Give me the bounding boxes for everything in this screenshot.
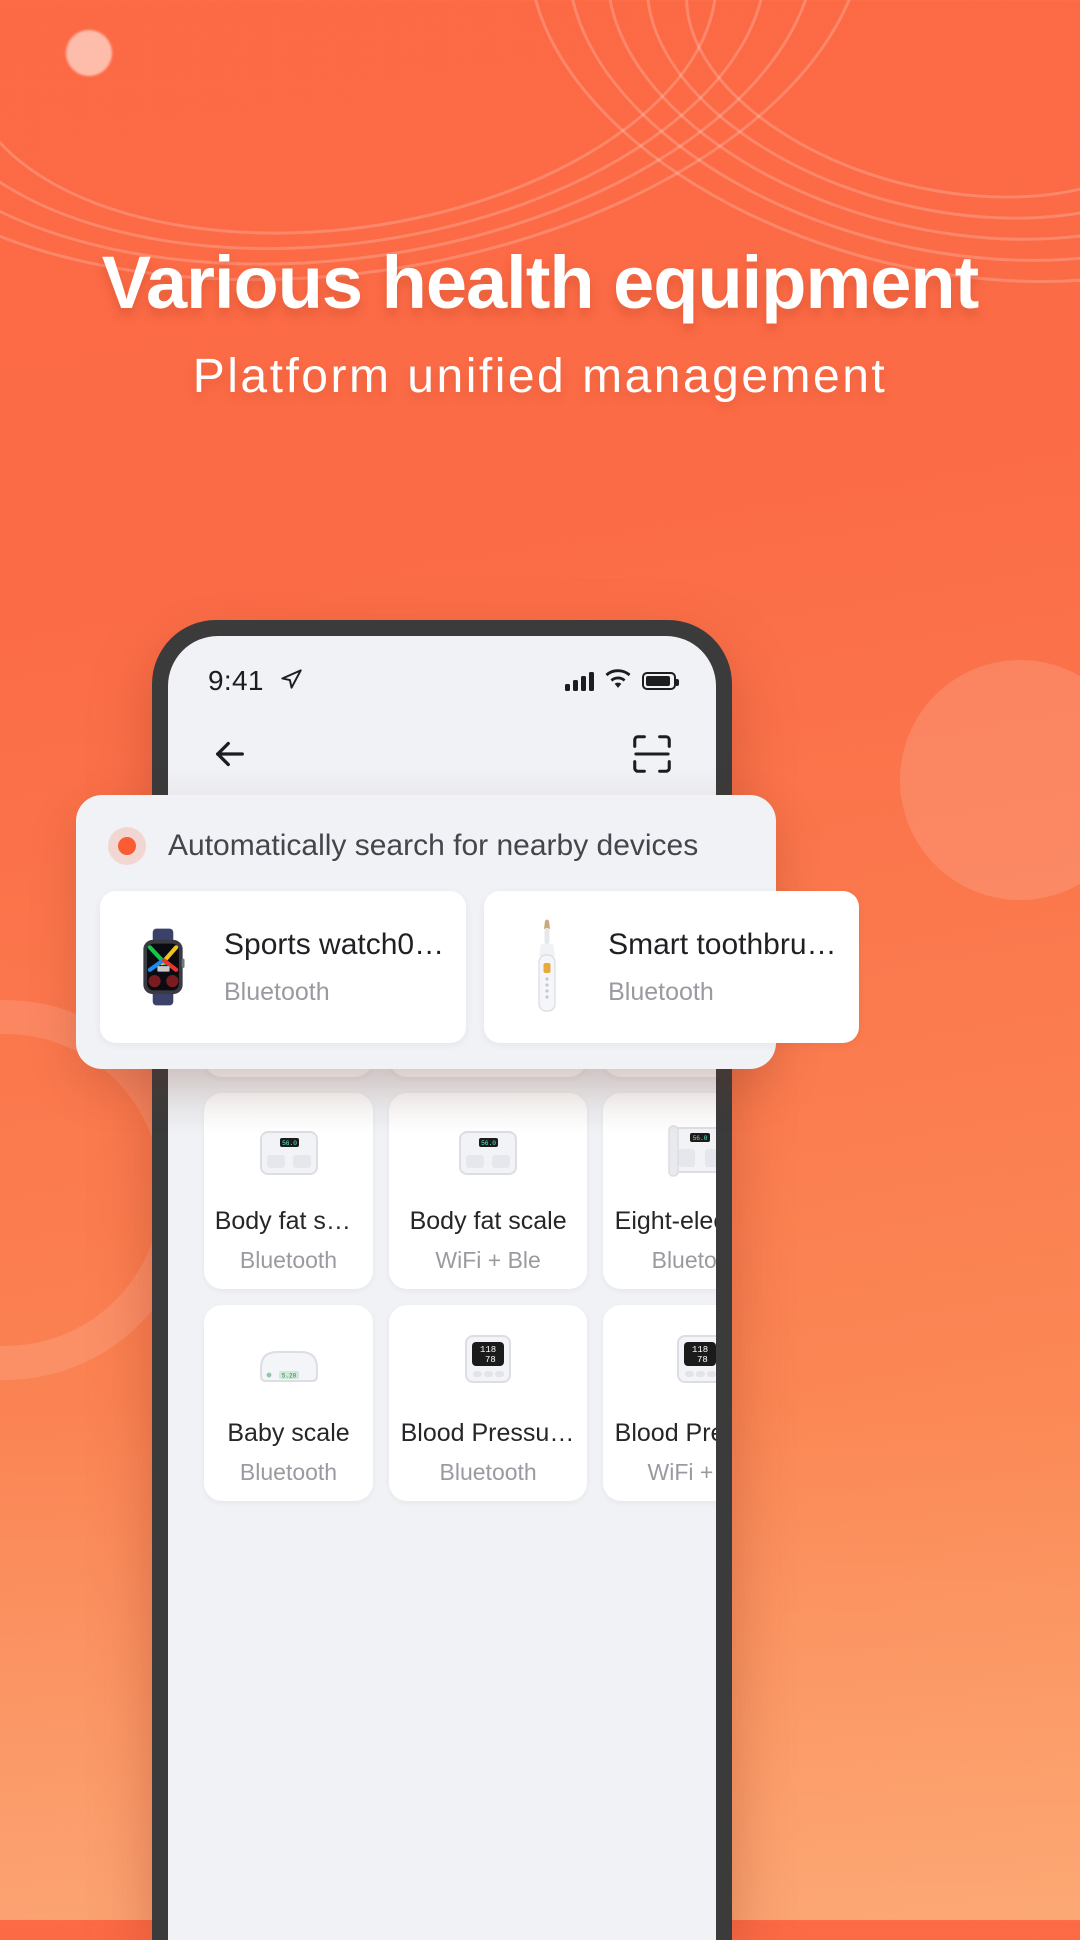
page-subtitle: Platform unified management bbox=[192, 350, 888, 403]
baby-scale-icon: 5.20 bbox=[249, 1325, 329, 1403]
found-devices-list: Sports watch0… Bluetooth Smart toothbru…… bbox=[100, 891, 859, 1043]
device-connection: Bluetooth bbox=[239, 1459, 338, 1485]
decor-circle bbox=[900, 660, 1080, 900]
svg-text:118: 118 bbox=[692, 1345, 708, 1355]
device-connection: WiFi + Ble bbox=[647, 1459, 717, 1485]
electric-toothbrush-icon bbox=[506, 917, 588, 1017]
svg-text:56.0: 56.0 bbox=[693, 1135, 708, 1142]
device-name: Eight-electrod… bbox=[614, 1207, 716, 1235]
device-name: Blood Pressur… bbox=[614, 1419, 716, 1447]
status-bar: 9:41 bbox=[168, 636, 716, 710]
device-name: Body fat scale bbox=[214, 1207, 363, 1235]
found-device-text: Smart toothbru… Bluetooth bbox=[608, 928, 836, 1007]
device-connection: Bluetooth bbox=[439, 1459, 537, 1485]
svg-text:78: 78 bbox=[697, 1355, 708, 1365]
nearby-devices-popup: Automatically search for nearby devices bbox=[76, 795, 859, 1069]
status-bar-right bbox=[565, 668, 679, 694]
device-tile[interactable]: 56.0 Eight-electrod… Bluetooth bbox=[603, 1093, 716, 1289]
svg-text:5.20: 5.20 bbox=[281, 1372, 296, 1379]
wifi-icon bbox=[605, 668, 631, 694]
device-tile[interactable]: 56.0 Body fat scale WiFi + Ble bbox=[389, 1093, 588, 1289]
found-device-card[interactable]: Smart toothbru… Bluetooth bbox=[484, 891, 859, 1043]
device-connection: Bluetooth bbox=[239, 1247, 338, 1273]
device-tile[interactable]: 56.0 Body fat scale Bluetooth bbox=[204, 1093, 374, 1289]
svg-text:118: 118 bbox=[480, 1345, 496, 1355]
found-device-name: Sports watch0… bbox=[224, 927, 445, 961]
decor-arc bbox=[0, 0, 746, 281]
svg-text:56.0: 56.0 bbox=[481, 1140, 496, 1147]
location-arrow-icon bbox=[278, 666, 304, 697]
nav-bar bbox=[168, 710, 716, 802]
svg-text:78: 78 bbox=[485, 1355, 496, 1365]
device-name: Body fat scale bbox=[409, 1207, 567, 1235]
scan-qr-icon bbox=[629, 731, 675, 782]
found-device-text: Sports watch0… Bluetooth bbox=[224, 928, 444, 1007]
back-button[interactable] bbox=[206, 732, 254, 780]
decor-arc bbox=[606, 0, 1080, 278]
smart-watch-icon bbox=[122, 924, 204, 1010]
decor-arc bbox=[651, 0, 1080, 249]
blood-pressure-monitor-icon: 118 78 bbox=[664, 1325, 716, 1403]
page-title: Various health equipment bbox=[101, 241, 980, 324]
device-connection: WiFi + Ble bbox=[435, 1247, 541, 1273]
body-fat-scale-icon: 56.0 bbox=[449, 1113, 527, 1191]
popup-header: Automatically search for nearby devices bbox=[100, 821, 752, 891]
arrow-left-icon bbox=[209, 733, 251, 780]
body-fat-scale-icon: 56.0 bbox=[250, 1113, 328, 1191]
scan-button[interactable] bbox=[626, 730, 678, 782]
found-device-name: Smart toothbru… bbox=[608, 927, 837, 961]
device-name: Baby scale bbox=[227, 1419, 350, 1447]
blood-pressure-monitor-icon: 118 78 bbox=[452, 1325, 524, 1403]
decor-dot bbox=[66, 30, 112, 76]
device-name: Blood Pressur… bbox=[400, 1419, 576, 1447]
searching-pulse-icon bbox=[108, 827, 146, 865]
device-tile[interactable]: 118 78 Blood Pressur… Bluetooth bbox=[389, 1305, 588, 1501]
cellular-signal-icon bbox=[565, 671, 594, 691]
device-tile[interactable]: 5.20 Baby scale Bluetooth bbox=[204, 1305, 374, 1501]
svg-text:56.0: 56.0 bbox=[282, 1140, 297, 1147]
found-device-card[interactable]: Sports watch0… Bluetooth bbox=[100, 891, 467, 1043]
status-bar-left: 9:41 bbox=[208, 665, 304, 697]
battery-icon bbox=[642, 672, 679, 690]
device-tile[interactable]: 118 78 Blood Pressur… WiFi + Ble bbox=[603, 1305, 716, 1501]
device-connection: Bluetooth bbox=[651, 1247, 716, 1273]
hero-text-block: Various health equipment Platform unifie… bbox=[0, 240, 1080, 404]
eight-electrode-scale-icon: 56.0 bbox=[661, 1113, 716, 1191]
status-time: 9:41 bbox=[208, 665, 264, 696]
found-device-connection: Bluetooth bbox=[608, 977, 714, 1006]
popup-title: Automatically search for nearby devices bbox=[168, 829, 699, 862]
found-device-connection: Bluetooth bbox=[224, 977, 330, 1006]
